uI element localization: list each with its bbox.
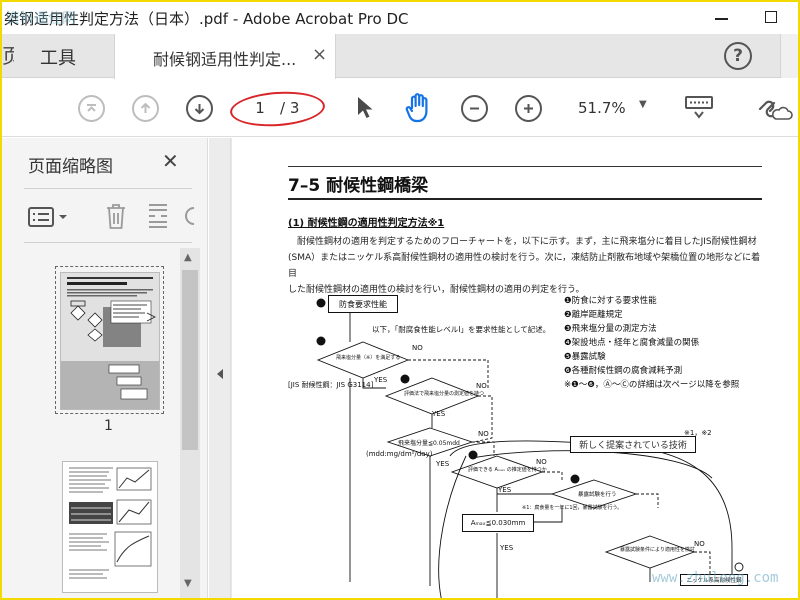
scroll-up-icon[interactable]: ▲ <box>184 252 192 263</box>
decision-7: 暴露試験条件により適用性を検討 <box>620 547 695 553</box>
divider <box>24 188 192 189</box>
first-page-button[interactable] <box>78 95 105 122</box>
tab-bar: 页 工具 耐候钢适用性判定... × ? <box>2 34 798 79</box>
scroll-down-icon[interactable]: ▼ <box>184 578 192 589</box>
step-1-marker <box>316 298 326 308</box>
thumbnail-page-label: 1 <box>104 418 113 434</box>
jis-note: [JIS 耐候性鋼：JIS G3114] <box>288 381 374 389</box>
tabbar-edge <box>780 34 798 78</box>
no-label: NO <box>476 382 487 390</box>
divider <box>24 242 192 243</box>
options-menu-icon[interactable] <box>28 206 70 228</box>
plus-icon <box>524 104 533 113</box>
legend-item: ❻各種耐候性鋼の腐食減耗予測 <box>564 366 683 376</box>
decision-3: 飛来塩分量≦0.05mdd <box>398 440 460 447</box>
tab-close-button[interactable]: × <box>312 44 327 65</box>
thumbnail-panel: 页面缩略图 ✕ 1 ▲ ▼ <box>2 138 208 598</box>
tab-document[interactable]: 耐候钢适用性判定... × <box>114 34 336 79</box>
marker-a-icon <box>734 562 744 572</box>
legend-item: ❸飛来塩分量の測定方法 <box>564 324 657 334</box>
units-note: (mdd:mg/dm²/day) <box>366 450 433 458</box>
link-cloud-icon[interactable] <box>754 93 794 123</box>
help-button[interactable]: ? <box>724 42 752 70</box>
legend-item: ❺暴露試験 <box>564 352 606 362</box>
minimize-button[interactable] <box>706 6 736 28</box>
window-title: 桀钢适用性判定方法（日本）.pdf - Adobe Acrobat Pro DC <box>4 10 409 28</box>
step-4-marker <box>468 450 478 460</box>
thumbnail-preview <box>63 462 157 592</box>
step-3-marker <box>400 374 410 384</box>
new-technology-box: 新しく提案されている技術 <box>570 436 696 453</box>
arrow-down-icon <box>194 104 205 115</box>
step-5-marker <box>570 474 580 484</box>
title-bar: 桀钢适用性判定方法（日本）.pdf - Adobe Acrobat Pro DC <box>2 2 798 34</box>
tab-document-label: 耐候钢适用性判定... <box>153 50 297 69</box>
panel-collapse-strip[interactable] <box>209 138 231 598</box>
hand-icon[interactable] <box>403 92 433 124</box>
tab-home[interactable]: 页 <box>2 34 14 78</box>
step-2-marker <box>316 336 326 346</box>
first-page-icon <box>87 104 96 112</box>
page-thumbnail-2[interactable] <box>62 461 158 593</box>
thumbnail-scrollbar[interactable]: ▲ ▼ <box>180 248 200 598</box>
arrow-up-icon <box>140 102 151 113</box>
nickel-steel-box: ニッケル系高耐候性鋼 <box>680 574 748 586</box>
scroll-mode-icon[interactable] <box>684 95 714 121</box>
thumbnail-preview <box>61 273 159 409</box>
panel-title: 页面缩略图 <box>28 157 113 177</box>
legend-item: ※❶〜❻，Ⓐ〜Ⓒの詳細は次ページ以降を参照 <box>564 380 740 390</box>
legend-item: ❶防食に対する要求性能 <box>564 296 657 306</box>
maximize-icon <box>765 11 777 23</box>
decision-1: 飛来塩分量（※）を満足する <box>336 355 401 361</box>
decision-2: 評価法で飛来塩分量の測定値を持つ <box>404 391 485 397</box>
chevron-down-icon[interactable]: ▼ <box>639 99 647 110</box>
decision-5: 暴露試験を行う <box>578 492 617 498</box>
yes-label: YES <box>432 410 446 418</box>
page-thumbnail-1[interactable] <box>60 272 160 410</box>
minus-icon <box>470 107 479 110</box>
pdf-page[interactable]: 7–5 耐候性鋼橋梁 (1) 耐候性鋼の適用性判定方法※1 耐候性鋼材の適用を判… <box>232 138 798 598</box>
pointer-icon[interactable] <box>354 95 376 121</box>
requirement-box: 防食要求性能 <box>328 295 398 313</box>
no-label: NO <box>536 458 547 466</box>
toolbar: 1 / 3 51.7% ▼ <box>2 79 798 137</box>
no-label: NO <box>412 344 423 352</box>
flow-note: 以下，「耐腐食性能レベルⅠ」を要求性能として記述。 <box>372 325 551 334</box>
yes-label: YES <box>500 544 514 552</box>
tab-tools[interactable]: 工具 <box>40 44 76 70</box>
next-page-button[interactable] <box>186 95 213 122</box>
no-label: NO <box>478 430 489 438</box>
scrollbar-thumb[interactable] <box>182 270 198 450</box>
yes-label: YES <box>436 460 450 468</box>
small-note: ※1：腐食量を一年に1回，暴露試験を行う。 <box>522 505 623 511</box>
decision-4: 評価できる Aₘₐₓ の推定値を持つか <box>468 467 547 473</box>
yes-label: YES <box>374 376 388 384</box>
page-insert-icon[interactable] <box>146 202 170 230</box>
page-number-input[interactable]: 1 <box>240 97 280 119</box>
zoom-in-button[interactable] <box>515 95 542 122</box>
minimize-icon <box>714 18 728 20</box>
zoom-out-button[interactable] <box>461 95 488 122</box>
trash-icon[interactable] <box>104 202 128 230</box>
previous-page-button[interactable] <box>132 95 159 122</box>
no-label: NO <box>694 540 705 548</box>
zoom-level[interactable]: 51.7% <box>578 99 626 117</box>
legend-item: ❷離岸距離規定 <box>564 310 623 320</box>
panel-close-button[interactable]: ✕ <box>162 149 179 173</box>
rotate-icon[interactable] <box>185 204 195 228</box>
document-area: 7–5 耐候性鋼橋梁 (1) 耐候性鋼の適用性判定方法※1 耐候性鋼材の適用を判… <box>209 138 798 598</box>
acrobat-window: 桀钢适用性判定方法（日本）.pdf - Adobe Acrobat Pro DC… <box>0 0 800 600</box>
yes-label: YES <box>498 486 512 494</box>
maximize-button[interactable] <box>756 6 786 28</box>
legend-item: ❹架設地点・経年と腐食減量の関係 <box>564 338 700 348</box>
amax-box: Aₘₐₓ≦0.030mm <box>462 514 534 532</box>
page-total: / 3 <box>280 99 300 117</box>
collapse-panel-icon[interactable] <box>215 368 225 380</box>
